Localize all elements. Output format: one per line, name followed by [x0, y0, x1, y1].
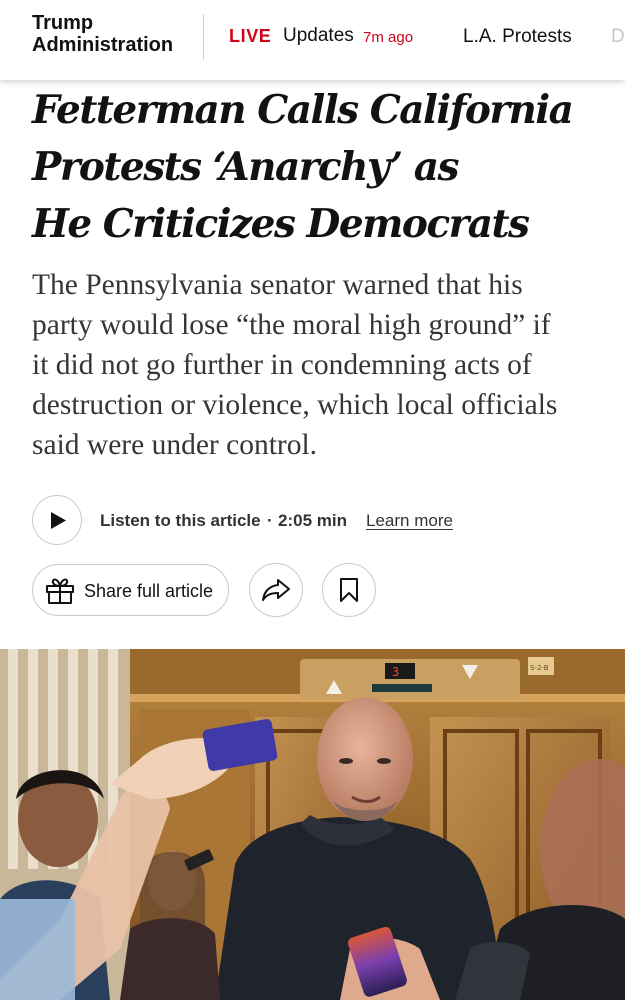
section-title-line2: Administration: [32, 34, 174, 56]
summary-line: The Pennsylvania senator warned that his: [32, 269, 523, 301]
section-title-line1: Trump: [32, 12, 94, 34]
share-full-article-button[interactable]: Share full article: [32, 564, 229, 616]
listen-separator: ·: [267, 511, 273, 530]
share-arrow-icon: [262, 579, 290, 601]
summary-line: destruction or violence, which local off…: [32, 389, 558, 421]
live-label[interactable]: LIVE: [229, 26, 271, 47]
top-navigation: Trump Administration LIVE Updates 7m ago…: [0, 0, 625, 80]
gift-icon: [46, 578, 74, 604]
share-button[interactable]: [249, 563, 303, 617]
summary-line: it did not go further in condemning acts…: [32, 349, 532, 381]
summary-line: party would lose “the moral high ground”…: [32, 309, 551, 341]
live-updates-link[interactable]: Updates: [283, 25, 354, 47]
learn-more-link[interactable]: Learn more: [366, 511, 453, 531]
elevator-sign: S-2-B: [530, 664, 549, 672]
bookmark-icon: [340, 578, 358, 602]
elevator-floor-indicator: 3: [392, 665, 399, 679]
nav-link-la-protests[interactable]: L.A. Protests: [463, 26, 572, 48]
audio-duration: 2:05 min: [278, 511, 347, 530]
live-timestamp: 7m ago: [363, 29, 414, 46]
nav-link-next-partial[interactable]: D: [611, 26, 625, 48]
listen-label: Listen to this article: [100, 511, 261, 530]
summary-line: said were under control.: [32, 429, 318, 461]
share-full-article-label: Share full article: [84, 581, 214, 601]
article-summary: The Pennsylvania senator warned that his…: [32, 265, 617, 465]
play-icon: [51, 512, 66, 529]
headline-line: Protests ‘Anarchy’ as: [32, 144, 459, 190]
headline-line: Fetterman Calls California: [32, 87, 574, 133]
section-title[interactable]: Trump Administration: [32, 12, 173, 56]
photo-illustration: 3 S-2-B: [0, 649, 625, 1000]
save-bookmark-button[interactable]: [322, 563, 376, 617]
article-headline: Fetterman Calls California Protests ‘Ana…: [32, 82, 612, 253]
article-photo: 3 S-2-B: [0, 649, 625, 1000]
nav-divider: [203, 14, 204, 60]
headline-line: He Criticizes Democrats: [32, 201, 530, 247]
play-audio-button[interactable]: [32, 495, 82, 545]
